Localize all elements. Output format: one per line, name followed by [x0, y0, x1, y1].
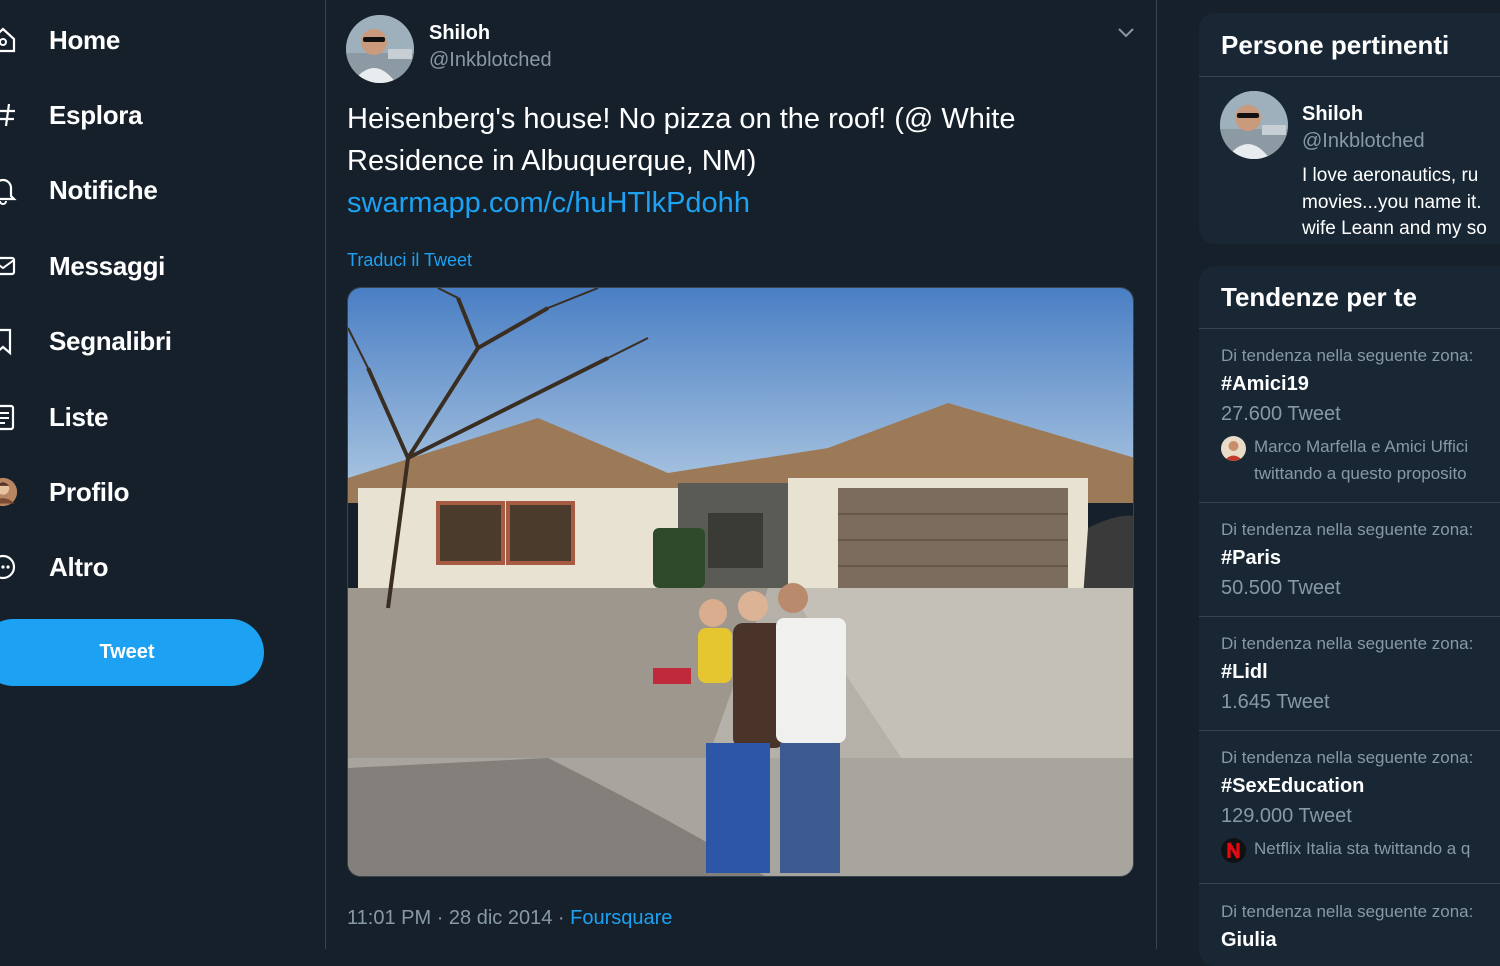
nav-label-bookmarks: Segnalibri: [49, 325, 172, 356]
tweet-photo[interactable]: [347, 287, 1134, 877]
nav-label-explore: Esplora: [49, 99, 143, 130]
home-icon: [0, 25, 18, 55]
trends-panel: Tendenze per te Di tendenza nella seguen…: [1199, 266, 1500, 966]
nav-label-notifications: Notifiche: [49, 174, 158, 205]
list-icon: [0, 402, 18, 432]
nav-label-home: Home: [49, 24, 121, 55]
tweet-source-link[interactable]: Foursquare: [570, 907, 672, 929]
meta-separator: ·: [557, 907, 565, 929]
hashtag-icon: [0, 100, 18, 130]
trend-tag: #SexEducation: [1221, 775, 1365, 797]
trend-tag: #Amici19: [1221, 373, 1309, 395]
trend-context: Di tendenza nella seguente zona:: [1221, 520, 1474, 539]
person-bio: I love aeronautics, ru movies...you name…: [1302, 163, 1500, 243]
tweet-link[interactable]: swarmapp.com/c/huHTlkPdohh: [347, 182, 750, 224]
trend-context: Di tendenza nella seguente zona:: [1221, 748, 1474, 767]
trend-context: Di tendenza nella seguente zona:: [1221, 346, 1474, 365]
divider: [1199, 76, 1500, 77]
trend-tag: #Paris: [1221, 547, 1282, 569]
divider: [1199, 730, 1500, 731]
trend-avatar: [1221, 436, 1246, 461]
person-bio-line: movies...you name it.: [1302, 191, 1482, 213]
nav-label-lists: Liste: [49, 401, 109, 432]
trend-extra: Marco Marfella e Amici Uffici: [1254, 437, 1469, 456]
person-name[interactable]: Shiloh: [1302, 103, 1363, 126]
envelope-icon: [0, 251, 18, 281]
chevron-down-icon[interactable]: [1116, 22, 1136, 42]
trend-context: Di tendenza nella seguente zona:: [1221, 902, 1474, 921]
tweet-time[interactable]: 11:01 PM: [347, 907, 431, 929]
trend-count: 50.500 Tweet: [1221, 577, 1341, 599]
trend-count: 129.000 Tweet: [1221, 805, 1352, 827]
trend-extra: twittando a questo proposito: [1254, 464, 1467, 483]
trend-count: 27.600 Tweet: [1221, 403, 1341, 425]
tweet-detail: Shiloh @Inkblotched Heisenberg's house! …: [326, 0, 1156, 949]
translate-tweet-link[interactable]: Traduci il Tweet: [347, 250, 472, 271]
primary-nav: Home Esplora Notifiche Messaggi Segnalib…: [0, 0, 325, 949]
nav-label-messages: Messaggi: [49, 250, 166, 281]
nav-label-profile: Profilo: [49, 476, 130, 507]
divider: [1199, 328, 1500, 329]
netflix-logo-icon: [1221, 838, 1246, 863]
nav-label-more: Altro: [49, 551, 109, 582]
trend-extra: Netflix Italia sta twittando a q: [1254, 839, 1471, 858]
person-handle[interactable]: @Inkblotched: [1302, 130, 1425, 153]
divider: [1199, 616, 1500, 617]
avatar: [0, 477, 18, 507]
author-name[interactable]: Shiloh: [429, 22, 490, 45]
tweet-date[interactable]: 28 dic 2014: [449, 907, 552, 929]
bell-icon: [0, 175, 18, 205]
relevant-people-panel: Persone pertinenti Shiloh @Inkblotched I…: [1199, 13, 1500, 244]
person-bio-line: I love aeronautics, ru: [1302, 165, 1479, 186]
divider: [1156, 0, 1157, 949]
bookmark-icon: [0, 326, 18, 356]
author-avatar[interactable]: [346, 15, 414, 83]
person-bio-line: wife Leann and my so: [1302, 218, 1487, 239]
author-handle[interactable]: @Inkblotched: [429, 49, 552, 72]
person-avatar[interactable]: [1220, 91, 1288, 159]
divider: [1199, 883, 1500, 884]
relevant-people-title: Persone pertinenti: [1221, 30, 1450, 60]
trend-context: Di tendenza nella seguente zona:: [1221, 634, 1474, 653]
more-icon: [0, 552, 18, 582]
tweet-text: Heisenberg's house! No pizza on the roof…: [347, 103, 1016, 177]
trend-tag: #Lidl: [1221, 661, 1268, 683]
trends-title: Tendenze per te: [1221, 282, 1418, 312]
tweet-meta: 11:01 PM · 28 dic 2014 · Foursquare: [347, 907, 672, 930]
trend-count: 1.645 Tweet: [1221, 691, 1330, 713]
tweet-button[interactable]: Tweet: [0, 619, 264, 686]
meta-separator: ·: [436, 907, 444, 929]
divider: [1199, 502, 1500, 503]
